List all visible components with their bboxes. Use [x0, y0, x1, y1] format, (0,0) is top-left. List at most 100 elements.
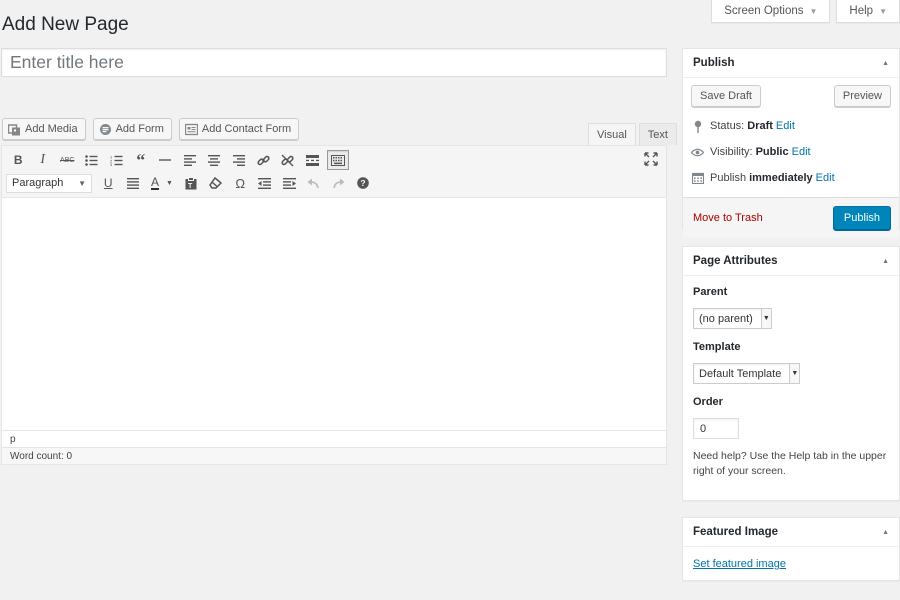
featured-image-body: Set featured image [683, 547, 899, 570]
read-more-icon[interactable] [300, 150, 325, 170]
status-value: Draft [747, 120, 773, 132]
collapse-arrow-icon[interactable]: ▲ [882, 60, 889, 67]
publish-time-label: Publish [710, 172, 747, 184]
add-contact-form-button[interactable]: Add Contact Form [178, 118, 300, 140]
blockquote-icon[interactable]: “ [129, 150, 154, 170]
clear-formatting-icon[interactable] [204, 173, 229, 193]
underline-icon[interactable]: U [96, 173, 121, 193]
redo-icon[interactable] [326, 173, 351, 193]
featured-image-header[interactable]: Featured Image ▲ [683, 518, 899, 547]
parent-select-value: (no parent) [699, 312, 753, 325]
element-path[interactable]: p [2, 430, 666, 447]
set-featured-image-link[interactable]: Set featured image [693, 558, 786, 570]
insert-link-icon[interactable] [251, 150, 276, 170]
undo-icon[interactable] [302, 173, 327, 193]
special-character-icon[interactable]: Ω [228, 173, 253, 193]
format-select-value: Paragraph [12, 177, 64, 189]
page-attributes-body: Parent (no parent) ▼ Template Default Te… [683, 276, 899, 479]
align-left-icon[interactable] [178, 150, 203, 170]
order-input[interactable]: 0 [693, 418, 739, 439]
outdent-icon[interactable] [253, 173, 278, 193]
move-to-trash-link[interactable]: Move to Trash [693, 212, 763, 224]
page-title: Add New Page [2, 14, 129, 35]
remove-link-icon[interactable] [276, 150, 301, 170]
justify-icon[interactable] [121, 173, 146, 193]
edit-visibility-link[interactable]: Edit [792, 146, 811, 158]
add-form-button[interactable]: Add Form [92, 118, 172, 140]
bullet-list-icon[interactable] [80, 150, 105, 170]
preview-button[interactable]: Preview [833, 85, 891, 107]
order-label: Order [693, 396, 723, 408]
screen-meta-links: Screen Options ▼ Help ▼ [711, 0, 900, 23]
edit-status-link[interactable]: Edit [776, 120, 795, 132]
help-tab[interactable]: Help ▼ [836, 0, 900, 23]
add-media-label: Add Media [25, 123, 78, 135]
screen-options-label: Screen Options [724, 5, 804, 17]
chevron-down-icon: ▼ [789, 364, 800, 383]
publish-misc-actions: Status: Draft Edit Visibility: Public Ed… [683, 107, 899, 191]
save-draft-button[interactable]: Save Draft [691, 85, 761, 107]
publish-box-title: Publish [693, 57, 735, 69]
publish-button[interactable]: Publish [832, 205, 891, 230]
form-icon [99, 123, 112, 136]
publish-box-header[interactable]: Publish ▲ [683, 49, 899, 78]
media-icon [8, 123, 21, 136]
add-media-button[interactable]: Add Media [2, 118, 86, 140]
page-attributes-help-text: Need help? Use the Help tab in the upper… [693, 450, 887, 477]
horizontal-rule-icon[interactable] [153, 150, 178, 170]
screen-options-tab[interactable]: Screen Options ▼ [711, 0, 831, 23]
svg-text:3: 3 [110, 162, 113, 166]
title-input[interactable] [2, 49, 666, 76]
chevron-down-icon: ▼ [78, 178, 86, 188]
paste-text-icon[interactable]: T [179, 173, 204, 193]
template-label: Template [693, 341, 741, 353]
help-label: Help [849, 5, 874, 17]
add-contact-form-label: Add Contact Form [201, 123, 292, 135]
content-editor: B I ABC 123 “ Paragraph ▼ U A ▼ T Ω ? p … [1, 145, 667, 465]
contact-form-icon [184, 123, 198, 136]
svg-text:T: T [188, 183, 193, 190]
template-select[interactable]: Default Template ▼ [693, 363, 801, 384]
collapse-arrow-icon[interactable]: ▲ [882, 529, 889, 536]
page-attributes-header[interactable]: Page Attributes ▲ [683, 247, 899, 276]
bold-icon[interactable]: B [6, 150, 31, 170]
word-count: Word count: 0 [2, 447, 666, 464]
numbered-list-icon[interactable]: 123 [104, 150, 129, 170]
media-buttons: Add Media Add Form Add Contact Form [2, 118, 300, 140]
strikethrough-icon[interactable]: ABC [55, 150, 80, 170]
fullscreen-icon[interactable] [644, 152, 660, 168]
visibility-row: Visibility: Public Edit [691, 139, 891, 165]
svg-text:?: ? [360, 178, 365, 188]
editor-toolbar: B I ABC 123 “ Paragraph ▼ U A ▼ T Ω ? [2, 146, 666, 198]
align-center-icon[interactable] [202, 150, 227, 170]
status-label: Status: [710, 120, 745, 132]
collapse-arrow-icon[interactable]: ▲ [882, 258, 889, 265]
visibility-value: Public [755, 146, 789, 158]
publish-minor-actions: Save Draft Preview [683, 78, 899, 107]
parent-select[interactable]: (no parent) ▼ [693, 308, 772, 329]
align-right-icon[interactable] [227, 150, 252, 170]
editor-content-area[interactable] [2, 198, 666, 430]
publish-time-value: immediately [749, 172, 813, 184]
template-select-value: Default Template [699, 367, 782, 380]
title-field-wrapper [1, 48, 667, 77]
keyboard-shortcuts-icon[interactable]: ? [351, 173, 376, 193]
toolbar-row-2: Paragraph ▼ U A ▼ T Ω ? [6, 173, 375, 193]
featured-image-title: Featured Image [693, 526, 778, 538]
page-attributes-title: Page Attributes [693, 255, 778, 267]
format-select[interactable]: Paragraph ▼ [6, 173, 92, 193]
indent-icon[interactable] [277, 173, 302, 193]
tab-visual[interactable]: Visual [588, 123, 636, 146]
italic-icon[interactable]: I [31, 150, 56, 170]
status-row: Status: Draft Edit [691, 113, 891, 139]
publish-major-actions: Move to Trash Publish [683, 197, 899, 237]
chevron-down-icon: ▼ [879, 6, 887, 16]
edit-publish-time-link[interactable]: Edit [816, 172, 835, 184]
text-color-icon[interactable]: A ▼ [145, 173, 179, 193]
calendar-icon [691, 172, 704, 185]
eye-icon [691, 146, 704, 159]
tab-text[interactable]: Text [638, 123, 677, 145]
featured-image-box: Featured Image ▲ Set featured image [682, 517, 900, 581]
parent-label: Parent [693, 286, 728, 298]
toolbar-toggle-icon[interactable] [326, 150, 349, 170]
